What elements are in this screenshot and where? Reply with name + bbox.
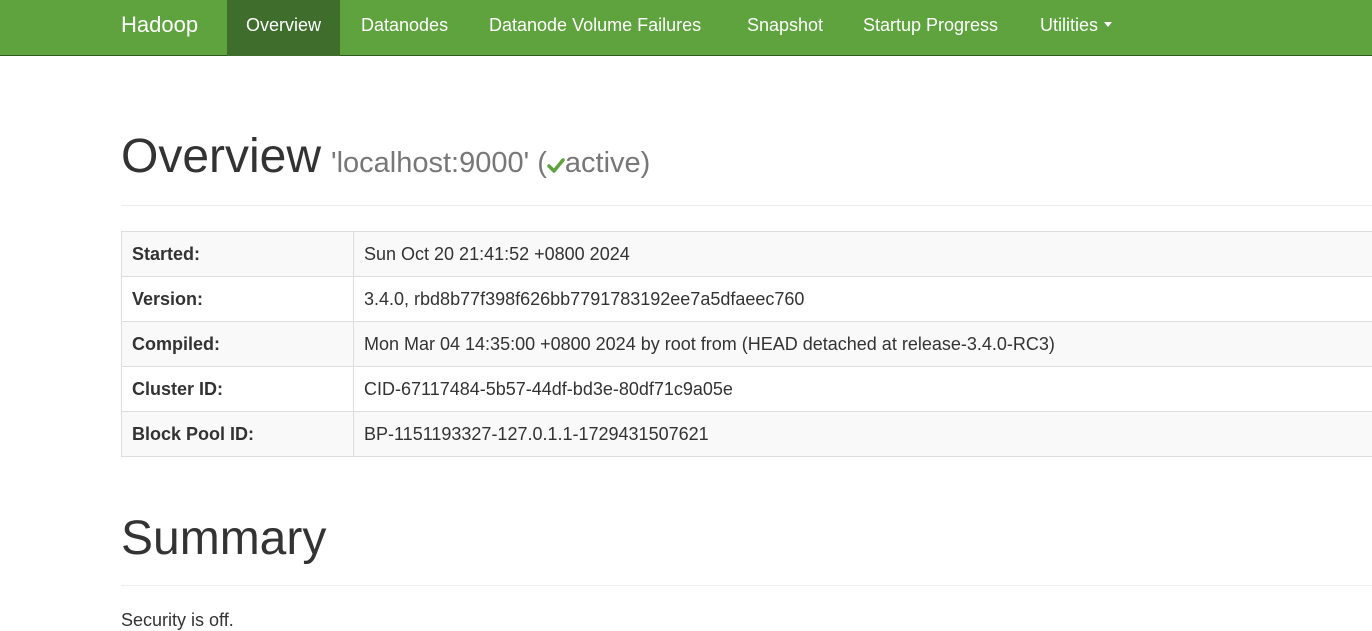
table-row: Compiled: Mon Mar 04 14:35:00 +0800 2024…: [122, 322, 1372, 367]
status-text: active): [565, 147, 650, 179]
table-row: Version: 3.4.0, rbd8b77f398f626bb7791783…: [122, 277, 1372, 322]
tab-startup-progress[interactable]: Startup Progress: [844, 0, 1017, 56]
brand-link[interactable]: Hadoop: [121, 0, 198, 56]
tab-datanode-volume-failures-label: Datanode Volume Failures: [489, 15, 701, 35]
row-value: CID-67117484-5b57-44df-bd3e-80df71c9a05e: [354, 367, 1372, 412]
tab-datanodes[interactable]: Datanodes: [342, 0, 467, 56]
tab-snapshot-label: Snapshot: [747, 15, 823, 35]
summary-title: Summary: [121, 510, 326, 568]
status-open-paren: (: [537, 147, 547, 179]
row-label: Block Pool ID:: [122, 412, 354, 457]
tab-startup-progress-label: Startup Progress: [863, 15, 998, 35]
row-label: Version:: [122, 277, 354, 322]
security-status: Security is off.: [121, 610, 234, 631]
table-row: Cluster ID: CID-67117484-5b57-44df-bd3e-…: [122, 367, 1372, 412]
utilities-dropdown[interactable]: Utilities: [1021, 0, 1131, 56]
page-title: Overview 'localhost:9000' ( active): [121, 128, 650, 192]
row-value: 3.4.0, rbd8b77f398f626bb7791783192ee7a5d…: [354, 277, 1372, 322]
namenode-info-table: Started: Sun Oct 20 21:41:52 +0800 2024 …: [121, 231, 1372, 457]
row-value: Sun Oct 20 21:41:52 +0800 2024: [354, 232, 1372, 277]
row-label: Cluster ID:: [122, 367, 354, 412]
tab-datanodes-label: Datanodes: [361, 15, 448, 35]
namenode-status: 'localhost:9000' ( active): [331, 147, 650, 179]
row-label: Started:: [122, 232, 354, 277]
summary-header: Summary: [121, 500, 1372, 586]
page-title-text: Overview: [121, 130, 321, 183]
utilities-dropdown-label: Utilities: [1040, 15, 1098, 35]
tab-snapshot[interactable]: Snapshot: [728, 0, 842, 56]
table-row: Started: Sun Oct 20 21:41:52 +0800 2024: [122, 232, 1372, 277]
caret-down-icon: [1104, 22, 1112, 27]
tab-datanode-volume-failures[interactable]: Datanode Volume Failures: [470, 0, 720, 56]
tab-overview[interactable]: Overview: [227, 0, 340, 56]
top-navbar: Hadoop Overview Datanodes Datanode Volum…: [0, 0, 1372, 56]
namenode-host: 'localhost:9000': [331, 147, 529, 179]
table-row: Block Pool ID: BP-1151193327-127.0.1.1-1…: [122, 412, 1372, 457]
check-icon: [547, 156, 565, 174]
overview-header: Overview 'localhost:9000' ( active): [121, 120, 1372, 206]
row-label: Compiled:: [122, 322, 354, 367]
tab-overview-label: Overview: [246, 15, 321, 35]
row-value: BP-1151193327-127.0.1.1-1729431507621: [354, 412, 1372, 457]
row-value: Mon Mar 04 14:35:00 +0800 2024 by root f…: [354, 322, 1372, 367]
